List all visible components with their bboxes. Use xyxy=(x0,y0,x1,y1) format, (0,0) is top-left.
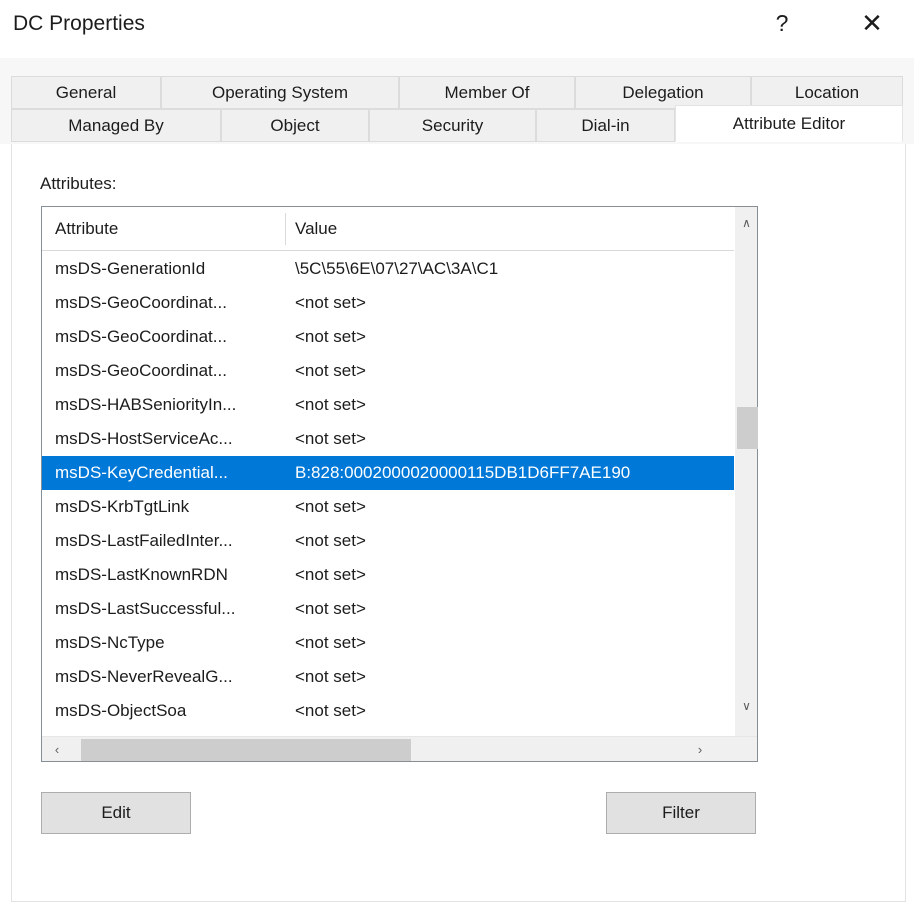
table-row[interactable]: msDS-LastSuccessful... <not set> xyxy=(42,592,736,626)
cell-attribute: msDS-GenerationId xyxy=(55,259,205,279)
help-icon[interactable]: ? xyxy=(759,0,805,46)
cell-attribute: msDS-LastSuccessful... xyxy=(55,599,235,619)
tab-label: Object xyxy=(270,116,319,136)
tab-label: Security xyxy=(422,116,483,136)
attributes-rows: msDS-GenerationId \5C\55\6E\07\27\AC\3A\C… xyxy=(42,252,736,736)
scroll-up-icon[interactable]: ∧ xyxy=(735,211,758,234)
cell-value: <not set> xyxy=(295,327,366,347)
scroll-down-icon[interactable]: ∨ xyxy=(735,694,758,717)
cell-value: B:828:0002000020000115DB1D6FF7AE190 xyxy=(295,463,630,483)
tab-general[interactable]: General xyxy=(11,76,161,109)
tab-object[interactable]: Object xyxy=(221,109,369,142)
tab-attribute-editor[interactable]: Attribute Editor xyxy=(675,105,903,142)
attribute-editor-panel: Attributes: Attribute Value msDS-Generat… xyxy=(11,144,906,902)
tab-label: Dial-in xyxy=(581,116,629,136)
cell-attribute: msDS-HostServiceAc... xyxy=(55,429,233,449)
dc-properties-dialog: DC Properties ? ✕ General Operating Syste… xyxy=(0,0,914,902)
table-row[interactable]: msDS-GeoCoordinat... <not set> xyxy=(42,320,736,354)
close-icon[interactable]: ✕ xyxy=(849,0,895,46)
cell-value: <not set> xyxy=(295,497,366,517)
tab-label: Delegation xyxy=(622,83,703,103)
tab-label: Attribute Editor xyxy=(733,114,845,134)
cell-value: <not set> xyxy=(295,633,366,653)
column-header-value[interactable]: Value xyxy=(295,219,337,239)
tab-dial-in[interactable]: Dial-in xyxy=(536,109,675,142)
window-title: DC Properties xyxy=(13,12,145,36)
column-header-attribute[interactable]: Attribute xyxy=(55,219,118,239)
table-row[interactable]: msDS-NeverRevealG... <not set> xyxy=(42,660,736,694)
table-row[interactable]: msDS-HABSeniorityIn... <not set> xyxy=(42,388,736,422)
cell-attribute: msDS-LastFailedInter... xyxy=(55,531,233,551)
cell-value: <not set> xyxy=(295,531,366,551)
attributes-label: Attributes: xyxy=(40,174,117,194)
cell-attribute: msDS-GeoCoordinat... xyxy=(55,293,227,313)
tab-strip: General Operating System Member Of Delegati… xyxy=(0,58,914,144)
list-column-header: Attribute Value xyxy=(42,207,736,251)
vertical-scrollbar[interactable]: ∧ ∨ xyxy=(734,207,757,741)
tab-member-of[interactable]: Member Of xyxy=(399,76,575,109)
table-row[interactable]: msDS-KeyCredential... B:828:0002000020000… xyxy=(42,456,736,490)
cell-attribute: msDS-KeyCredential... xyxy=(55,463,228,483)
tab-operating-system[interactable]: Operating System xyxy=(161,76,399,109)
table-row[interactable]: msDS-LastFailedInter... <not set> xyxy=(42,524,736,558)
tab-label: Location xyxy=(795,83,859,103)
table-row[interactable]: msDS-LastKnownRDN <not set> xyxy=(42,558,736,592)
cell-attribute: msDS-NeverRevealG... xyxy=(55,667,233,687)
tab-label: Managed By xyxy=(68,116,163,136)
table-row[interactable]: msDS-KrbTgtLink <not set> xyxy=(42,490,736,524)
cell-attribute: msDS-GeoCoordinat... xyxy=(55,327,227,347)
cell-value: <not set> xyxy=(295,361,366,381)
table-row[interactable]: msDS-GenerationId \5C\55\6E\07\27\AC\3A\C… xyxy=(42,252,736,286)
scroll-right-icon[interactable]: › xyxy=(687,737,713,762)
cell-attribute: msDS-LastKnownRDN xyxy=(55,565,228,585)
cell-attribute: msDS-KrbTgtLink xyxy=(55,497,189,517)
table-row[interactable]: msDS-NcType <not set> xyxy=(42,626,736,660)
tab-managed-by[interactable]: Managed By xyxy=(11,109,221,142)
cell-value: <not set> xyxy=(295,565,366,585)
cell-attribute: msDS-HABSeniorityIn... xyxy=(55,395,236,415)
column-divider[interactable] xyxy=(285,213,286,245)
edit-button[interactable]: Edit xyxy=(41,792,191,834)
scroll-left-icon[interactable]: ‹ xyxy=(44,737,70,762)
cell-value: <not set> xyxy=(295,599,366,619)
horizontal-scrollbar[interactable]: ‹ › xyxy=(42,736,757,761)
cell-attribute: msDS-ObjectSoa xyxy=(55,701,186,721)
horizontal-scroll-thumb[interactable] xyxy=(81,739,411,761)
tab-label: Member Of xyxy=(444,83,529,103)
table-row[interactable]: msDS-ObjectSoa <not set> xyxy=(42,694,736,728)
cell-value: <not set> xyxy=(295,701,366,721)
cell-value: <not set> xyxy=(295,429,366,449)
title-bar: DC Properties ? ✕ xyxy=(0,0,914,58)
cell-value: \5C\55\6E\07\27\AC\3A\C1 xyxy=(295,259,498,279)
tab-label: Operating System xyxy=(212,83,348,103)
attributes-list-view[interactable]: Attribute Value msDS-GenerationId \5C\55\… xyxy=(41,206,758,762)
filter-button[interactable]: Filter xyxy=(606,792,756,834)
table-row[interactable]: msDS-GeoCoordinat... <not set> xyxy=(42,286,736,320)
tab-row-bottom: Managed By Object Security Dial-in Attribute… xyxy=(0,109,914,142)
vertical-scroll-thumb[interactable] xyxy=(737,407,758,449)
tab-security[interactable]: Security xyxy=(369,109,536,142)
tab-label: General xyxy=(56,83,116,103)
cell-value: <not set> xyxy=(295,667,366,687)
cell-value: <not set> xyxy=(295,395,366,415)
cell-attribute: msDS-GeoCoordinat... xyxy=(55,361,227,381)
cell-attribute: msDS-NcType xyxy=(55,633,165,653)
table-row[interactable]: msDS-GeoCoordinat... <not set> xyxy=(42,354,736,388)
cell-value: <not set> xyxy=(295,293,366,313)
table-row[interactable]: msDS-HostServiceAc... <not set> xyxy=(42,422,736,456)
